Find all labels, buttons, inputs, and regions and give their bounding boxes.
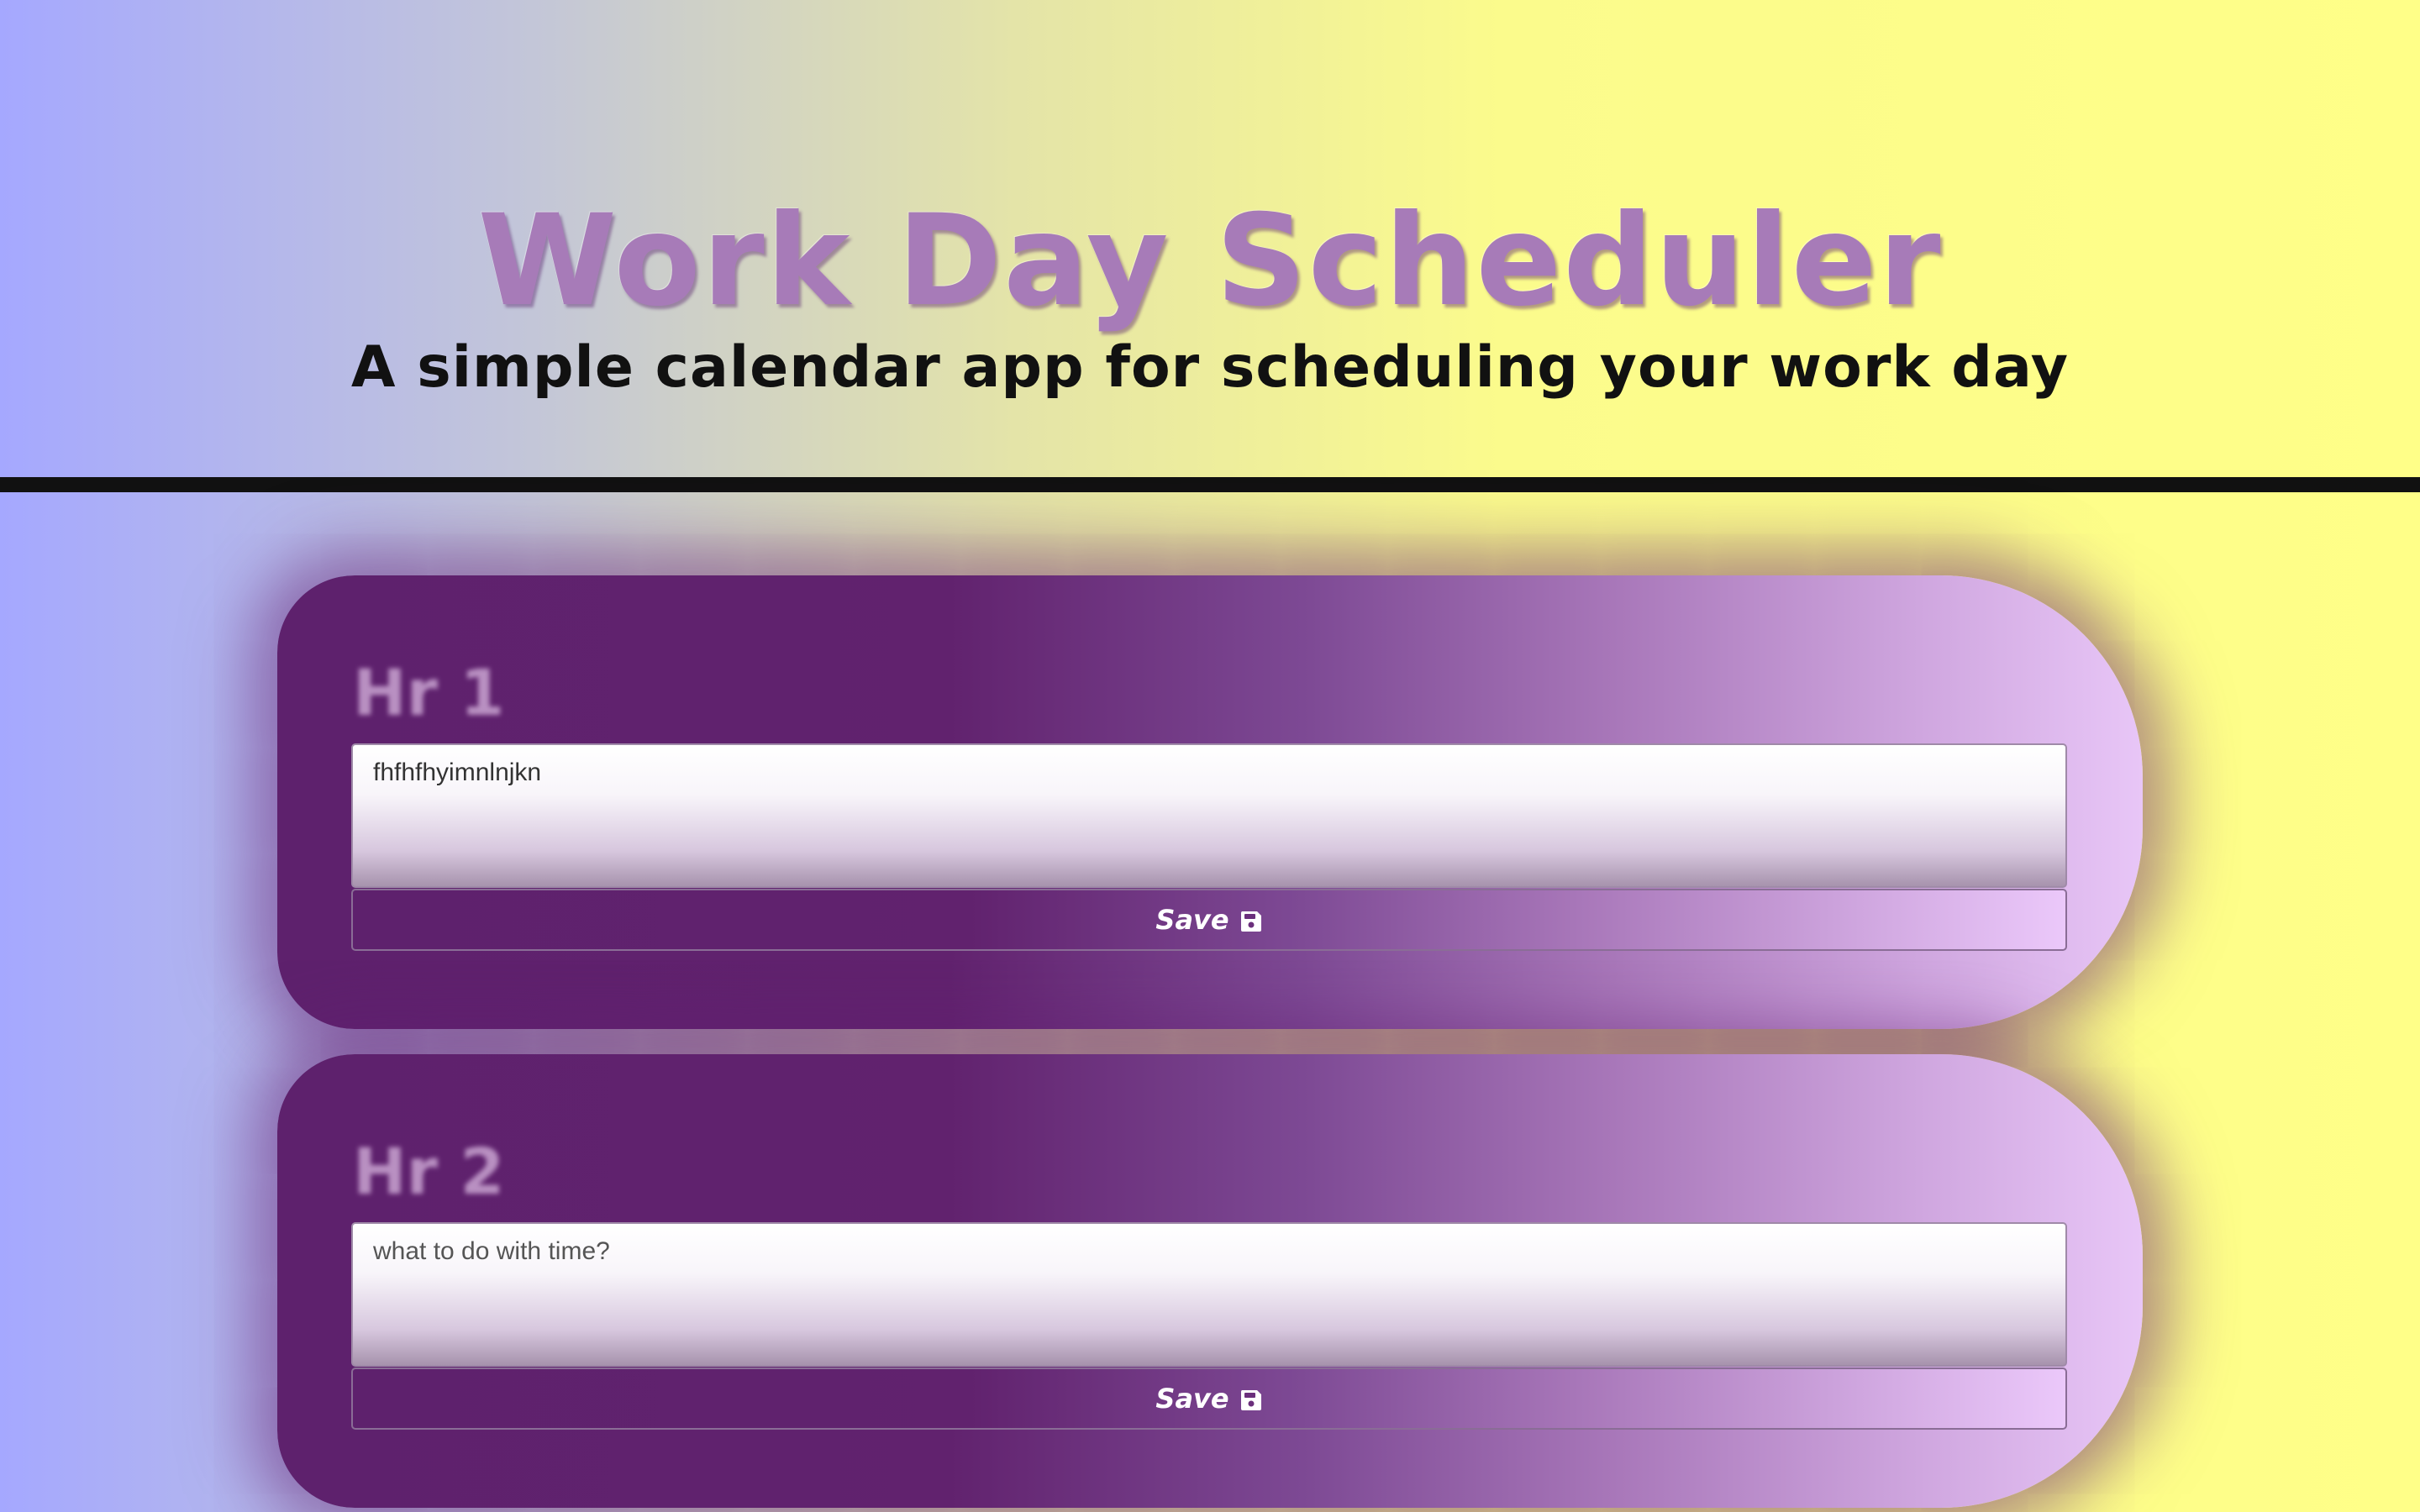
hour-label: Hr 2 [353,1134,505,1209]
save-button[interactable]: Save [351,889,2067,951]
hour-block-2: Hr 2 Save [277,1054,2143,1508]
save-button[interactable]: Save [351,1368,2067,1430]
floppy-disk-icon [1239,1387,1263,1410]
save-button-label: Save [1155,1383,1229,1415]
hour-block-1: Hr 1 fhfhfhyimnlnjkn Save [277,575,2143,1029]
hour-label: Hr 1 [353,655,505,730]
floppy-disk-icon [1239,908,1263,932]
task-input[interactable]: fhfhfhyimnlnjkn [351,743,2067,888]
page-subtitle: A simple calendar app for scheduling you… [350,334,2070,401]
header-divider [0,477,2420,492]
task-input[interactable] [351,1222,2067,1367]
page-title: Work Day Scheduler [477,187,1943,334]
save-button-label: Save [1155,904,1229,936]
page-header: Work Day Scheduler A simple calendar app… [0,0,2420,479]
